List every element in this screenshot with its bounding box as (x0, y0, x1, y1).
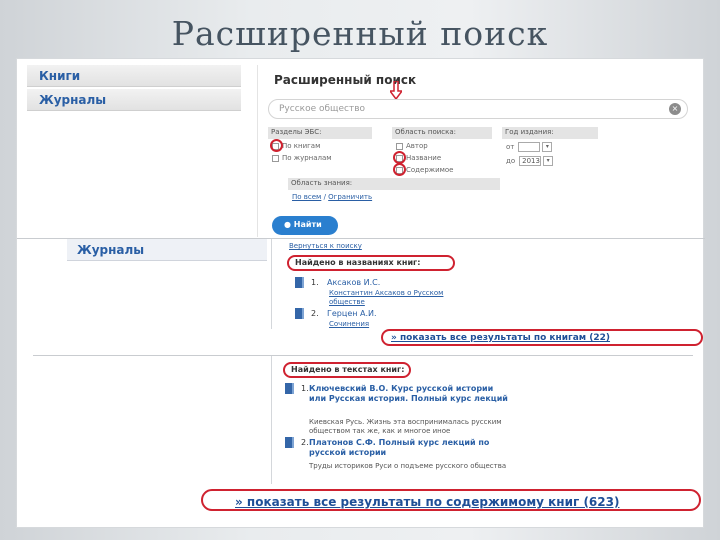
group-year-head: Год издания: (502, 127, 598, 139)
result-title-link[interactable]: Сочинения (329, 320, 479, 329)
knowledge-all-link[interactable]: По всем (292, 193, 321, 201)
advanced-search-panel: Расширенный поиск Русское общество × Раз… (257, 65, 693, 237)
result-snippet: Труды историков Руси о подъеме русского … (309, 462, 507, 470)
group-knowledge-head: Область знания: (288, 178, 500, 190)
sidebar-item-books[interactable]: Книги (27, 65, 241, 87)
knowledge-separator: / (323, 193, 326, 201)
result-title-link[interactable]: Ключевский В.О. Курс русской истории или… (309, 384, 509, 404)
knowledge-links: По всем / Ограничить (292, 193, 372, 201)
result-snippet: Киевская Русь. Жизнь эта воспринималась … (309, 418, 502, 435)
group-sections-head: Разделы ЭБС: (268, 127, 372, 139)
book-icon (285, 383, 294, 394)
sidebar-item-journals-2[interactable]: Журналы (67, 239, 267, 261)
clear-icon[interactable]: × (669, 103, 681, 115)
chevron-down-icon[interactable]: ▾ (542, 142, 553, 152)
divider (33, 355, 693, 356)
option-by-journals[interactable]: По журналам (272, 154, 332, 162)
book-icon (295, 277, 304, 288)
year-to[interactable]: до 2013 ▾ (506, 156, 554, 166)
result-number: 1. (301, 384, 309, 393)
chevron-down-icon[interactable]: ▾ (543, 156, 554, 166)
group-search-area-head: Область поиска: (392, 127, 492, 139)
result-title-link[interactable]: Платонов С.Ф. Полный курс лекций по русс… (309, 438, 509, 458)
highlight-oval (201, 489, 701, 511)
divider (271, 239, 272, 329)
search-input[interactable]: Русское общество × (268, 99, 688, 119)
back-to-search-link[interactable]: Вернуться к поиску (289, 242, 362, 250)
result-number: 2. (311, 309, 319, 318)
result-number: 1. (311, 278, 319, 287)
checkbox[interactable] (396, 142, 403, 150)
red-arrow-down-icon (390, 81, 402, 99)
divider (271, 356, 272, 484)
knowledge-limit-link[interactable]: Ограничить (328, 193, 372, 201)
book-icon (295, 308, 304, 319)
year-from[interactable]: от ▾ (506, 142, 553, 152)
screenshot-canvas: Книги Журналы Расширенный поиск Русское … (16, 58, 705, 528)
checkbox[interactable] (272, 154, 279, 162)
result-author[interactable]: Аксаков И.С. (327, 278, 380, 287)
slide-title: Расширенный поиск (171, 14, 549, 53)
search-icon: ● (284, 220, 291, 229)
highlight-oval (287, 255, 455, 271)
result-number: 2. (301, 438, 309, 447)
highlight-ring (270, 139, 283, 152)
search-input-value: Русское общество (279, 104, 366, 114)
year-from-input[interactable] (518, 142, 541, 152)
year-to-input[interactable]: 2013 (519, 156, 542, 166)
option-author[interactable]: Автор (396, 142, 428, 150)
find-button[interactable]: ● Найти (272, 216, 338, 235)
highlight-oval (381, 329, 703, 346)
result-title-link[interactable]: Константин Аксаков о Русском обществе (329, 289, 479, 307)
sidebar-item-journals[interactable]: Журналы (27, 89, 241, 111)
highlight-ring (393, 163, 406, 176)
highlight-oval (283, 362, 411, 378)
book-icon (285, 437, 294, 448)
result-author[interactable]: Герцен А.И. (327, 309, 377, 318)
find-button-label: Найти (293, 220, 322, 229)
